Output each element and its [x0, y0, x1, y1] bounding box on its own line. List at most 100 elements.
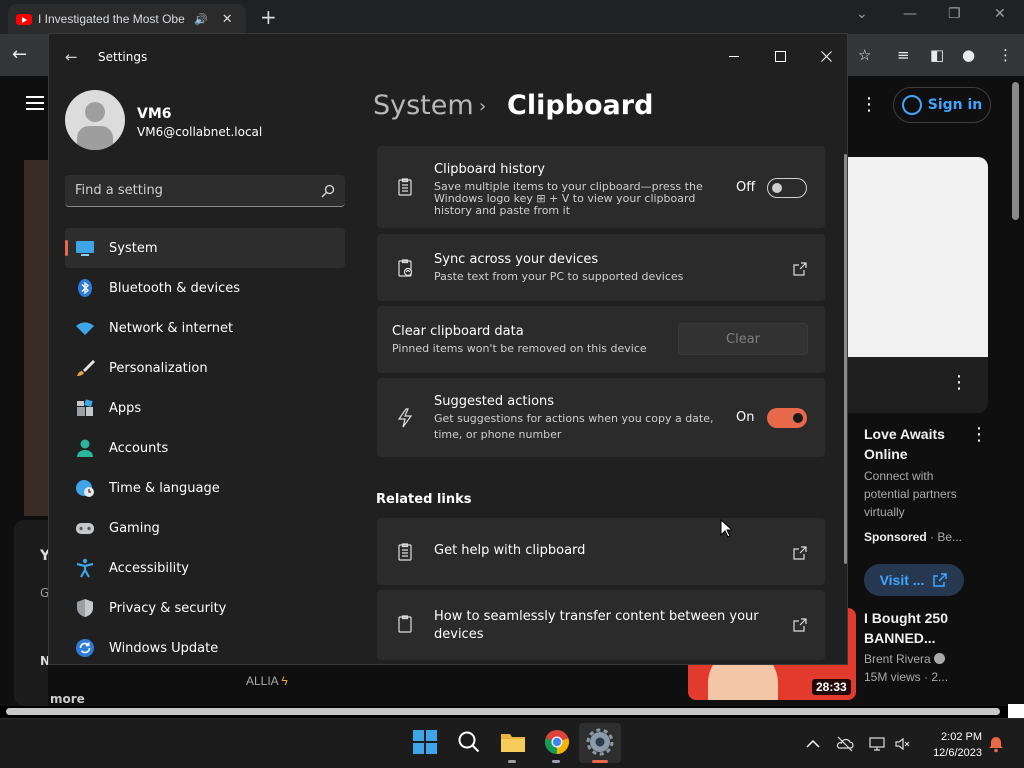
help-clipboard-label: Get help with clipboard	[434, 543, 586, 558]
media-queue-icon[interactable]: ≡	[897, 46, 910, 64]
breadcrumb-parent[interactable]: System	[373, 90, 474, 121]
profile-icon[interactable]: ●	[962, 46, 975, 64]
speaker-icon[interactable]: 🔊	[194, 13, 208, 26]
file-explorer-icon[interactable]	[499, 728, 527, 756]
tab-close-icon[interactable]: ✕	[222, 12, 233, 27]
window-title: Settings	[98, 50, 148, 64]
windows-start-icon[interactable]	[411, 728, 439, 756]
nav-item-system[interactable]: System	[65, 228, 345, 268]
visit-button[interactable]: Visit ...	[864, 564, 964, 596]
ad-card-more-icon[interactable]: ⋮	[970, 424, 988, 445]
show-more-link[interactable]: more	[50, 692, 85, 706]
nav-item-personalization[interactable]: Personalization	[65, 348, 345, 388]
network-icon[interactable]	[868, 735, 886, 753]
settings-gear-icon[interactable]	[586, 728, 614, 756]
nav-label: Accessibility	[109, 560, 189, 576]
hamburger-menu-icon[interactable]	[26, 96, 44, 110]
tab-search-icon[interactable]: ⌄	[856, 6, 868, 22]
sign-in-button[interactable]: Sign in	[893, 87, 991, 123]
nav-label: Windows Update	[109, 640, 219, 656]
ad-description: Connect with potential partners virtuall…	[864, 469, 957, 519]
nav-label: Gaming	[109, 520, 160, 536]
chrome-icon[interactable]	[543, 728, 571, 756]
browser-menu-icon[interactable]: ⋮	[998, 46, 1013, 64]
search-input[interactable]: Find a setting	[65, 175, 345, 207]
suggested-title: Suggested actions	[434, 394, 555, 409]
more-options-icon[interactable]: ⋮	[860, 94, 878, 115]
clipboard-sync-icon	[395, 258, 415, 278]
youtube-favicon-icon	[16, 13, 32, 25]
browser-close-button[interactable]: ✕	[994, 6, 1006, 22]
close-button[interactable]	[803, 40, 847, 72]
nav-item-privacy[interactable]: Privacy & security	[65, 588, 345, 628]
bookmark-star-icon[interactable]: ☆	[858, 46, 871, 64]
side-panel-icon[interactable]: ◧	[930, 46, 944, 64]
clipboard-history-state: Off	[736, 180, 756, 195]
nav-item-accessibility[interactable]: Accessibility	[65, 548, 345, 588]
clear-data-card: Clear clipboard data Pinned items won't …	[377, 306, 825, 373]
nav-label: Accounts	[109, 440, 169, 456]
suggested-actions-toggle[interactable]	[767, 408, 807, 428]
clear-button[interactable]: Clear	[678, 323, 808, 355]
bluetooth-icon	[75, 278, 95, 298]
nav-item-bluetooth[interactable]: Bluetooth & devices	[65, 268, 345, 308]
video-title[interactable]: I Bought 250 BANNED...	[864, 608, 974, 648]
search-icon[interactable]	[321, 184, 335, 198]
maximize-button[interactable]	[757, 40, 803, 72]
taskbar-clock[interactable]: 2:02 PM 12/6/2023	[920, 729, 982, 761]
settings-titlebar: ← Settings	[49, 34, 847, 82]
nav-item-windows-update[interactable]: Windows Update	[65, 628, 345, 664]
external-link-icon	[933, 573, 948, 587]
clipboard-history-title: Clipboard history	[434, 162, 545, 177]
transfer-content-link[interactable]: How to seamlessly transfer content betwe…	[377, 590, 825, 660]
help-clipboard-link[interactable]: Get help with clipboard	[377, 518, 825, 585]
browser-tab[interactable]: I Investigated the Most Obe 🔊 ✕	[8, 4, 246, 34]
sync-title: Sync across your devices	[434, 252, 599, 267]
channel-name: Brent Rivera	[864, 652, 931, 666]
video-channel[interactable]: Brent Rivera	[864, 652, 945, 666]
vertical-scrollbar[interactable]	[1012, 82, 1019, 220]
nav-item-time-language[interactable]: Time & language	[65, 468, 345, 508]
nav-label: Privacy & security	[109, 600, 227, 616]
speaker-muted-icon[interactable]	[894, 735, 912, 753]
ad-thumbnail[interactable]	[848, 157, 988, 357]
horizontal-scrollbar[interactable]	[6, 708, 1000, 715]
back-arrow-icon[interactable]: ←	[65, 48, 78, 66]
transfer-label-2: devices	[434, 627, 484, 642]
content-scrollbar[interactable]	[844, 154, 847, 564]
clock-time: 2:02 PM	[941, 731, 982, 743]
clipboard-history-toggle[interactable]	[767, 178, 807, 198]
system-icon	[75, 238, 95, 258]
settings-nav: System Bluetooth & devices Network & int…	[65, 228, 345, 664]
gamepad-icon	[75, 518, 95, 538]
nav-label: Personalization	[109, 360, 208, 376]
video-duration: 28:33	[812, 679, 851, 695]
user-avatar[interactable]	[65, 90, 125, 150]
onedrive-icon[interactable]	[836, 735, 854, 753]
browser-restore-button[interactable]: ❐	[948, 6, 961, 22]
user-name: VM6	[137, 106, 172, 122]
breadcrumb-chevron-icon: ›	[479, 96, 487, 117]
accessibility-icon	[75, 558, 95, 578]
nav-label: Network & internet	[109, 320, 234, 336]
browser-minimize-button[interactable]: —	[903, 6, 917, 22]
chevron-up-icon[interactable]	[804, 735, 822, 753]
minimize-button[interactable]	[711, 40, 757, 72]
nav-item-gaming[interactable]: Gaming	[65, 508, 345, 548]
nav-item-apps[interactable]: Apps	[65, 388, 345, 428]
search-icon[interactable]	[455, 728, 483, 756]
nav-item-accounts[interactable]: Accounts	[65, 428, 345, 468]
browser-back-icon[interactable]: ←	[12, 44, 27, 65]
ad-more-icon[interactable]: ⋮	[950, 372, 968, 393]
person-icon	[75, 438, 95, 458]
nav-item-network[interactable]: Network & internet	[65, 308, 345, 348]
sync-devices-card[interactable]: Sync across your devices Paste text from…	[377, 234, 825, 301]
external-link-icon	[793, 545, 807, 560]
notification-bell-icon[interactable]	[987, 735, 1005, 753]
description-text: ALLIA	[246, 674, 279, 688]
ad-title[interactable]: Love Awaits Online	[864, 424, 964, 464]
new-tab-button[interactable]: +	[260, 5, 277, 29]
sync-desc: Paste text from your PC to supported dev…	[434, 270, 684, 283]
brush-icon	[75, 358, 95, 378]
nav-label: Bluetooth & devices	[109, 280, 240, 296]
